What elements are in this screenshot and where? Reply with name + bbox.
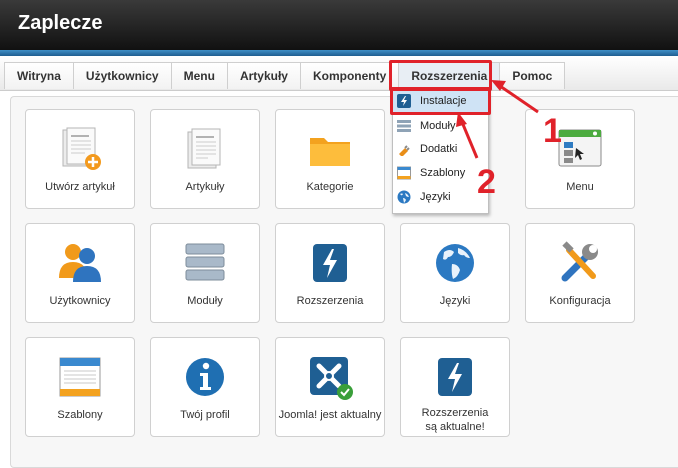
tile-label: Szablony	[57, 409, 103, 421]
tile-label: Moduły	[187, 295, 223, 307]
menu-item-help[interactable]: Pomoc	[499, 62, 566, 89]
add-article-button[interactable]: Utwórz artykuł	[25, 109, 135, 209]
plugins-icon	[399, 145, 410, 156]
dropdown-label: Języki	[420, 191, 451, 203]
tile-label-line2: są aktualne!	[425, 421, 485, 433]
languages-button[interactable]: Języki	[400, 223, 510, 323]
lightning-icon	[313, 244, 347, 282]
menu-item-menus[interactable]: Menu	[170, 62, 228, 89]
dropdown-item-templates[interactable]: Szablony	[393, 162, 488, 186]
add-article-icon	[62, 127, 101, 170]
users-icon	[59, 244, 101, 282]
joomla-uptodate-icon	[310, 357, 353, 400]
dropdown-item-install[interactable]: Instalacje	[393, 90, 488, 114]
tile-label: Twój profil	[180, 409, 230, 421]
main-menu-bar: Witryna Użytkownicy Menu Artykuły Kompon…	[0, 56, 678, 91]
modules-icon	[397, 120, 411, 132]
menu-item-components[interactable]: Komponenty	[299, 62, 400, 89]
modules-icon	[185, 243, 225, 281]
dropdown-item-plugins[interactable]: Dodatki	[393, 138, 488, 162]
dropdown-label: Szablony	[420, 167, 466, 179]
info-icon	[186, 358, 224, 396]
menu-item-extensions[interactable]: Rozszerzenia	[398, 62, 501, 89]
folder-icon	[310, 138, 350, 166]
control-panel: Utwórz artykuł Artykuły Kategorie Menu U…	[10, 96, 678, 468]
articles-icon	[187, 128, 221, 169]
tile-label: Języki	[439, 295, 471, 307]
lightning-icon	[438, 358, 472, 396]
dropdown-label: Moduły	[420, 120, 456, 132]
extensions-button[interactable]: Rozszerzenia	[275, 223, 385, 323]
dropdown-item-modules[interactable]: Moduły	[393, 115, 488, 139]
templates-button[interactable]: Szablony	[25, 337, 135, 437]
configuration-button[interactable]: Konfiguracja	[525, 223, 635, 323]
dropdown-label: Dodatki	[420, 143, 458, 155]
extensions-dropdown: Instalacje Moduły Dodatki Szablony Język…	[392, 88, 489, 214]
modules-button[interactable]: Moduły	[150, 223, 260, 323]
users-button[interactable]: Użytkownicy	[25, 223, 135, 323]
page-title: Zaplecze	[18, 12, 103, 34]
admin-header: Zaplecze	[0, 0, 678, 50]
languages-icon	[397, 190, 411, 204]
categories-button[interactable]: Kategorie	[275, 109, 385, 209]
menu-item-content[interactable]: Artykuły	[226, 62, 301, 89]
menu-item-site[interactable]: Witryna	[4, 62, 74, 89]
tile-label: Konfiguracja	[549, 295, 611, 307]
joomla-status-button[interactable]: Joomla! jest aktualny	[275, 337, 385, 437]
template-icon	[59, 357, 101, 397]
profile-button[interactable]: Twój profil	[150, 337, 260, 437]
globe-icon	[436, 244, 474, 282]
menu-window-icon	[558, 129, 602, 167]
tile-label-line1: Rozszerzenia	[421, 407, 489, 419]
tools-icon	[561, 241, 598, 282]
tile-label: Utwórz artykuł	[45, 181, 115, 193]
tile-label: Menu	[566, 181, 594, 193]
extensions-status-button[interactable]: Rozszerzenia są aktualne!	[400, 337, 510, 437]
install-icon	[397, 94, 411, 108]
templates-icon	[397, 166, 411, 180]
menu-item-users[interactable]: Użytkownicy	[72, 62, 172, 89]
dropdown-item-languages[interactable]: Języki	[393, 186, 488, 210]
tile-label: Rozszerzenia	[296, 295, 364, 307]
menu-manager-button[interactable]: Menu	[525, 109, 635, 209]
tile-label: Użytkownicy	[49, 295, 111, 307]
articles-button[interactable]: Artykuły	[150, 109, 260, 209]
tile-label: Kategorie	[306, 181, 354, 193]
tile-label: Joomla! jest aktualny	[278, 409, 382, 421]
dropdown-label: Instalacje	[420, 95, 467, 107]
tile-label: Artykuły	[185, 181, 225, 193]
